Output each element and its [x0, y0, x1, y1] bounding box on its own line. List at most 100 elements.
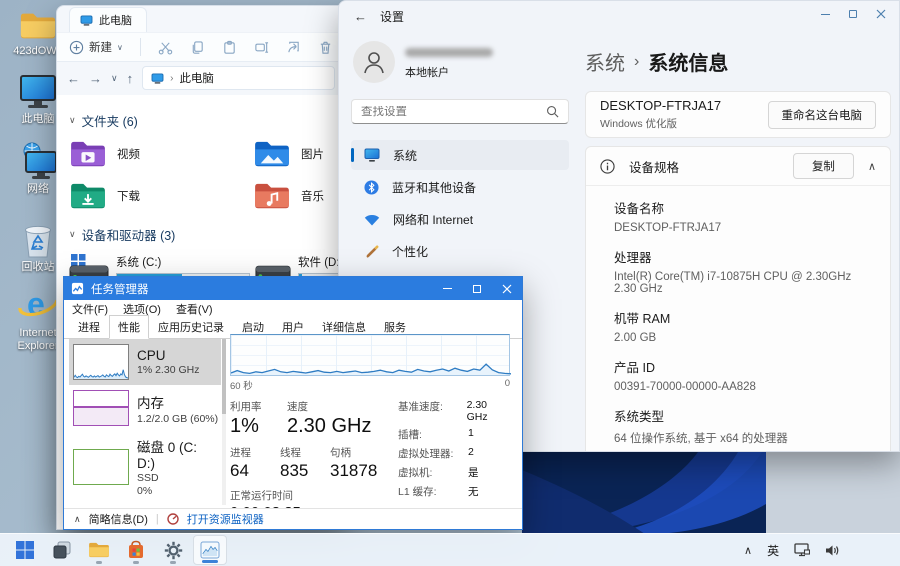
- taskman-title: 任务管理器: [91, 283, 149, 296]
- device-name: DESKTOP-FTRJA17: [600, 98, 722, 113]
- breadcrumb-parent[interactable]: 系统: [585, 47, 625, 76]
- virtual-machine-value: 是: [468, 467, 479, 479]
- spec-label: 系统类型: [614, 410, 665, 424]
- sidebar-scrollbar[interactable]: [222, 339, 226, 505]
- close-button[interactable]: [492, 277, 522, 300]
- base-speed-label: 基准速度:: [398, 401, 443, 413]
- task-manager-window: 任务管理器 文件(F) 选项(O) 查看(V) 进程 性能 应用历史记录 启动 …: [63, 276, 523, 530]
- recycle-bin-icon: [21, 220, 55, 258]
- threads-label: 线程: [280, 447, 301, 459]
- explorer-toolbar: 新建 ∨: [57, 32, 345, 62]
- up-icon[interactable]: ↑: [127, 71, 134, 86]
- maximize-button[interactable]: [839, 3, 867, 25]
- chevron-up-icon[interactable]: ∧: [74, 514, 81, 525]
- utilization-label: 利用率: [230, 401, 262, 413]
- taskman-titlebar: 任务管理器: [64, 277, 522, 300]
- memory-mini-graph: [73, 390, 129, 426]
- nav-item-system[interactable]: 系统: [351, 140, 569, 170]
- tab-processes[interactable]: 进程: [69, 315, 109, 339]
- desktop: 423dOWn 此电脑 网络 回收站 e Internet Explorer 此…: [0, 0, 900, 566]
- cpu-mini-graph: [73, 344, 129, 380]
- task-view-button[interactable]: [45, 535, 79, 565]
- show-hidden-icons-chevron[interactable]: ∧: [744, 544, 752, 557]
- new-button[interactable]: 新建 ∨: [69, 39, 123, 55]
- perf-item-ethernet[interactable]: 以太网 Ethernet0 发送: 0 接收: 0 Kbps: [69, 502, 221, 507]
- nav-item-label: 网络和 Internet: [393, 212, 474, 227]
- chevron-up-icon[interactable]: ∧: [868, 160, 876, 173]
- device-spec-card: 设备规格 复制 ∧ 设备名称 DESKTOP-FTRJA17 处理器 Intel…: [585, 146, 891, 451]
- search-input[interactable]: [361, 105, 546, 118]
- breadcrumb-separator: ›: [170, 72, 174, 84]
- maximize-button[interactable]: [462, 277, 492, 300]
- file-explorer-icon: [89, 542, 109, 558]
- folder-item-music[interactable]: 音乐: [253, 181, 345, 211]
- minimize-button[interactable]: [811, 3, 839, 25]
- folder-item-pictures[interactable]: 图片: [253, 139, 345, 169]
- perf-item-title: 内存: [137, 395, 164, 411]
- graph-axis-labels: 60 秒 0: [230, 378, 510, 392]
- network-tray-icon[interactable]: [794, 543, 811, 557]
- scrollbar-thumb[interactable]: [222, 339, 226, 414]
- taskbar-store[interactable]: [119, 535, 153, 565]
- copy-button[interactable]: 复制: [792, 153, 854, 179]
- nav-item-network[interactable]: 网络和 Internet: [351, 204, 569, 234]
- tab-performance[interactable]: 性能: [109, 315, 149, 339]
- folder-item-videos[interactable]: 视频: [69, 139, 253, 169]
- volume-icon[interactable]: [825, 544, 840, 557]
- taskbar-settings[interactable]: [156, 535, 190, 565]
- settings-main: 系统 › 系统信息 DESKTOP-FTRJA17 Windows 优化版 重命…: [585, 35, 891, 451]
- perf-item-cpu[interactable]: CPU 1% 2.30 GHz: [69, 339, 221, 385]
- start-button[interactable]: [8, 535, 42, 565]
- fewer-details-toggle[interactable]: 简略信息(D): [89, 511, 148, 527]
- drives-group-header[interactable]: ∨ 设备和驱动器 (3): [69, 225, 345, 244]
- axis-left-label: 60 秒: [230, 381, 253, 392]
- rename-pc-button[interactable]: 重命名这台电脑: [767, 100, 876, 129]
- address-bar[interactable]: › 此电脑: [142, 66, 335, 90]
- taskman-footer: ∧ 简略信息(D) | 打开资源监视器: [64, 508, 522, 529]
- running-indicator: [133, 561, 139, 564]
- tab-app-history[interactable]: 应用历史记录: [149, 315, 233, 339]
- account-section[interactable]: 本地帐户: [353, 41, 569, 83]
- paste-icon[interactable]: [222, 40, 237, 55]
- axis-right-label: 0: [504, 378, 510, 389]
- settings-title: 设置: [380, 9, 405, 24]
- forward-icon[interactable]: →: [89, 71, 102, 86]
- settings-search-box[interactable]: [351, 99, 569, 124]
- spec-label: 处理器: [614, 251, 652, 265]
- taskbar-file-explorer[interactable]: [82, 535, 116, 565]
- settings-titlebar: ← 设置: [339, 1, 899, 31]
- drive-label: 系统 (C:): [116, 257, 162, 269]
- rename-icon[interactable]: [254, 40, 269, 55]
- folder-item-downloads[interactable]: 下载: [69, 181, 253, 211]
- spec-card-header[interactable]: 设备规格 复制 ∧: [586, 147, 890, 185]
- chevron-right-icon: ›: [634, 52, 640, 70]
- explorer-tab-this-pc[interactable]: 此电脑: [69, 7, 147, 32]
- minimize-icon: [820, 13, 830, 15]
- perf-item-disk[interactable]: 磁盘 0 (C: D:) SSD 0%: [69, 431, 221, 502]
- close-button[interactable]: [867, 3, 895, 25]
- open-resource-monitor-link[interactable]: 打开资源监视器: [187, 511, 264, 527]
- spec-label: 机带 RAM: [614, 312, 671, 326]
- taskbar-task-manager[interactable]: [193, 535, 227, 565]
- delete-icon[interactable]: [318, 40, 333, 55]
- folders-group-header[interactable]: ∨ 文件夹 (6): [69, 111, 345, 130]
- back-icon[interactable]: ←: [354, 9, 367, 24]
- cut-icon[interactable]: [158, 40, 173, 55]
- history-chevron-icon[interactable]: ∨: [111, 73, 118, 84]
- share-icon[interactable]: [286, 40, 301, 55]
- perf-item-memory[interactable]: 内存 1.2/2.0 GB (60%): [69, 385, 221, 431]
- cpu-stats: 利用率 1% 速度 2.30 GHz 进程 64 线程 835 句柄 31878 正常运行…: [230, 399, 510, 521]
- nav-item-personalization[interactable]: 个性化: [351, 236, 569, 266]
- settings-nav: 系统 蓝牙和其他设备 网络和 Internet 个性化 应用: [351, 140, 569, 298]
- ime-indicator[interactable]: 英: [767, 542, 779, 559]
- folder-label: 下载: [117, 191, 140, 203]
- spec-label: 产品 ID: [614, 361, 655, 375]
- speed-label: 速度: [287, 401, 308, 413]
- copy-icon[interactable]: [190, 40, 205, 55]
- device-name-card: DESKTOP-FTRJA17 Windows 优化版 重命名这台电脑: [585, 91, 891, 138]
- nav-item-bluetooth[interactable]: 蓝牙和其他设备: [351, 172, 569, 202]
- minimize-button[interactable]: [432, 277, 462, 300]
- spec-row-processor: 处理器 Intel(R) Core(TM) i7-10875H CPU @ 2.…: [614, 247, 876, 295]
- new-button-label: 新建: [89, 42, 112, 54]
- back-icon[interactable]: ←: [67, 71, 80, 86]
